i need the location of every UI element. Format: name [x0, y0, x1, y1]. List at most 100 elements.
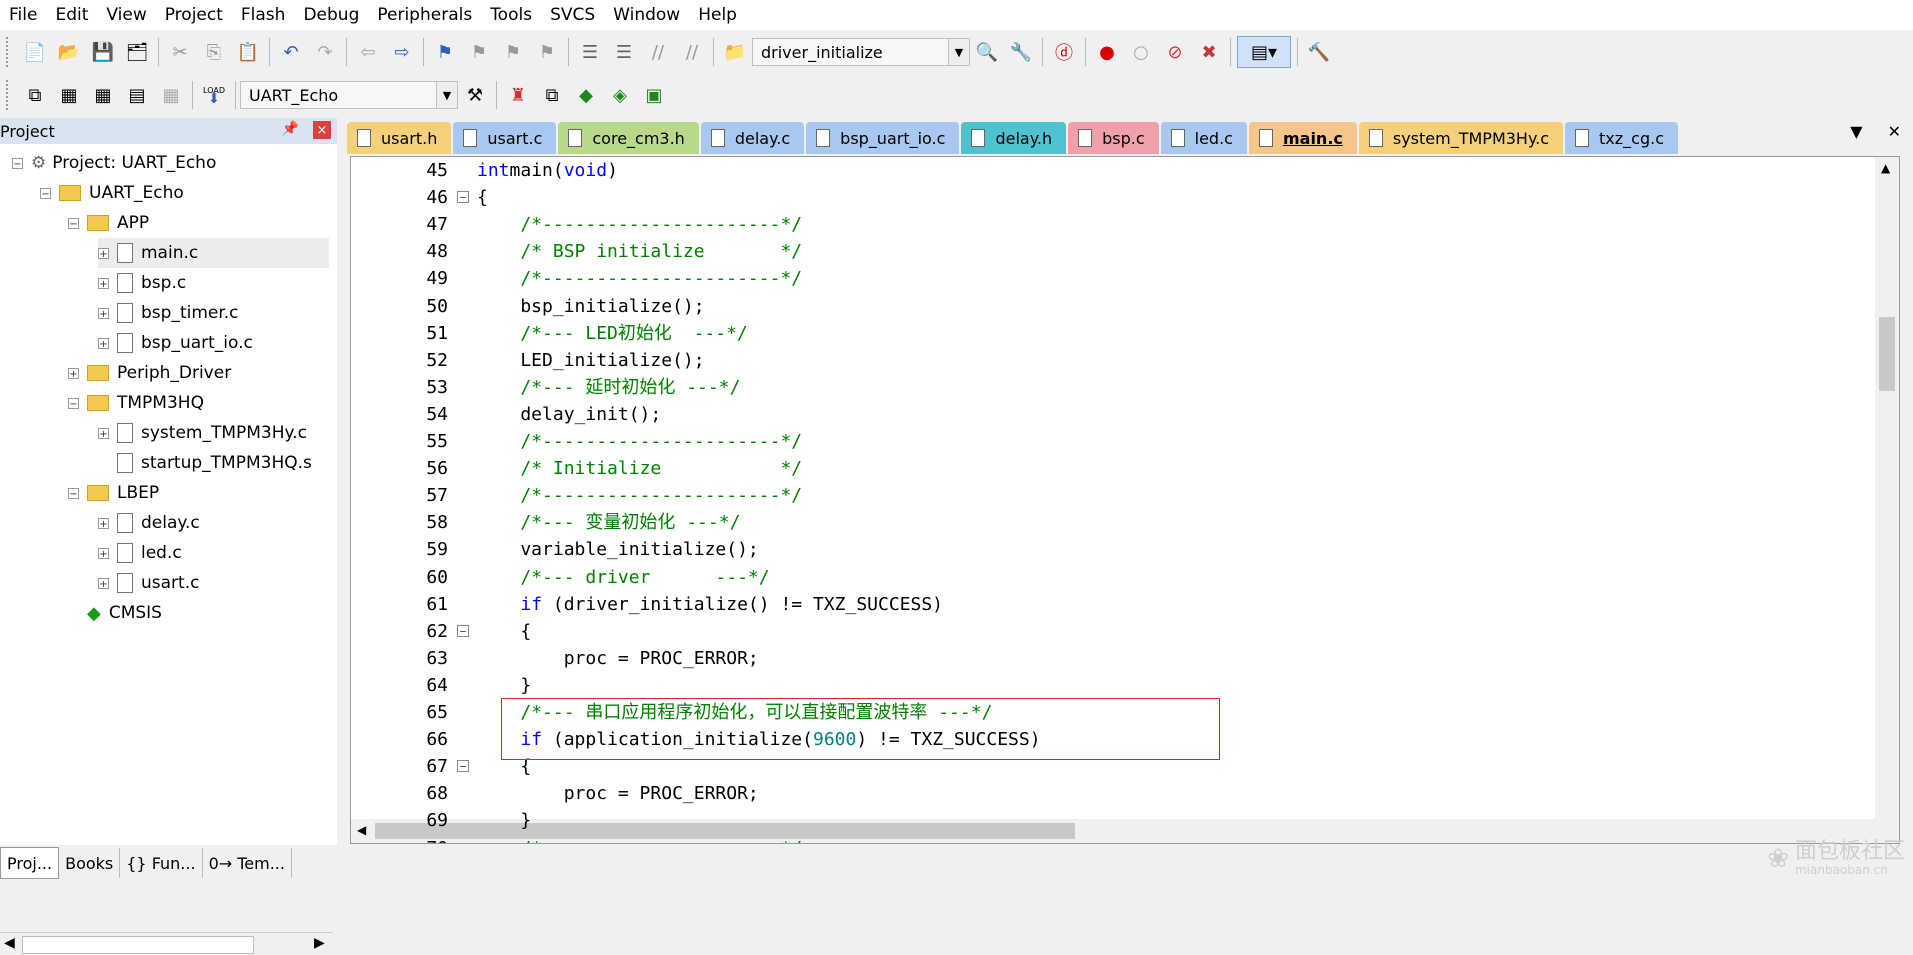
- fold-marker-icon[interactable]: −: [457, 191, 469, 204]
- tree-expander-icon[interactable]: −: [40, 187, 51, 200]
- pin-icon[interactable]: 📌: [282, 121, 299, 137]
- download-icon[interactable]: LOAD ⬇: [199, 80, 229, 110]
- menu-tools[interactable]: Tools: [481, 0, 541, 30]
- tree-item[interactable]: − APP: [68, 208, 149, 238]
- new-file-icon[interactable]: 📄: [20, 37, 50, 67]
- menu-edit[interactable]: Edit: [46, 0, 97, 30]
- bookmark-clear-icon[interactable]: ⚑: [532, 37, 562, 67]
- navigate-forward-icon[interactable]: ⇨: [387, 37, 417, 67]
- tree-item[interactable]: + bsp_timer.c: [98, 298, 239, 328]
- tree-item[interactable]: − ⚙ Project: UART_Echo: [12, 148, 216, 178]
- tab-usart-h[interactable]: usart.h: [347, 122, 452, 154]
- batch-build-icon[interactable]: ▤: [122, 80, 152, 110]
- bookmark-prev-icon[interactable]: ⚑: [464, 37, 494, 67]
- navigate-back-icon[interactable]: ⇦: [353, 37, 383, 67]
- uncomment-icon[interactable]: //: [677, 37, 707, 67]
- scroll-up-icon[interactable]: ▲: [1881, 161, 1890, 175]
- stop-build-icon[interactable]: ▦: [156, 80, 186, 110]
- tab-delay-h[interactable]: delay.h: [961, 122, 1067, 154]
- fold-marker-icon[interactable]: −: [457, 624, 469, 637]
- paste-icon[interactable]: 📋: [233, 37, 263, 67]
- tree-item[interactable]: − LBEP: [68, 478, 159, 508]
- indent-icon[interactable]: ☰: [575, 37, 605, 67]
- target-options-icon[interactable]: ⚒: [460, 80, 490, 110]
- pack-installer-icon[interactable]: ▣: [639, 80, 669, 110]
- tree-expander-icon[interactable]: +: [98, 517, 109, 530]
- toolbar-grip[interactable]: [6, 80, 14, 110]
- tab-core-cm3-h[interactable]: core_cm3.h: [558, 122, 699, 154]
- breakpoint-kill-all-icon[interactable]: ✖: [1194, 37, 1224, 67]
- fold-marker-icon[interactable]: −: [457, 760, 469, 773]
- file-extensions-icon[interactable]: ⧉: [537, 80, 567, 110]
- find-combo[interactable]: driver_initialize ▼: [752, 38, 970, 66]
- window-layout-icon[interactable]: ▤▾: [1237, 36, 1291, 68]
- tab-main-c[interactable]: main.c: [1248, 122, 1357, 154]
- tab-led-c[interactable]: led.c: [1160, 122, 1247, 154]
- menu-debug[interactable]: Debug: [294, 0, 368, 30]
- tree-item[interactable]: + usart.c: [98, 568, 199, 598]
- cut-icon[interactable]: ✂: [165, 37, 195, 67]
- tree-expander-icon[interactable]: +: [98, 277, 109, 290]
- manage-project-items-icon[interactable]: ♜: [503, 80, 533, 110]
- menu-file[interactable]: File: [0, 0, 46, 30]
- undo-icon[interactable]: ↶: [276, 37, 306, 67]
- rebuild-icon[interactable]: ▦: [88, 80, 118, 110]
- build-icon[interactable]: ▦: [54, 80, 84, 110]
- tree-item[interactable]: + system_TMPM3Hy.c: [98, 418, 307, 448]
- save-all-icon[interactable]: 🗂: [122, 37, 152, 67]
- tab-bsp-uart-io-c[interactable]: bsp_uart_io.c: [806, 122, 960, 154]
- menu-peripherals[interactable]: Peripherals: [368, 0, 481, 30]
- unindent-icon[interactable]: ☰: [609, 37, 639, 67]
- tree-item[interactable]: + main.c: [98, 238, 329, 268]
- scroll-thumb[interactable]: [1879, 317, 1895, 391]
- tree-item[interactable]: + Periph_Driver: [68, 358, 231, 388]
- tree-expander-icon[interactable]: −: [68, 487, 79, 500]
- tree-item[interactable]: − TMPM3HQ: [68, 388, 204, 418]
- target-combo[interactable]: UART_Echo ▼: [240, 81, 458, 109]
- menu-project[interactable]: Project: [156, 0, 232, 30]
- tab-txz-cg-c[interactable]: txz_cg.c: [1565, 122, 1679, 154]
- save-icon[interactable]: 💾: [88, 37, 118, 67]
- chevron-down-icon[interactable]: ▼: [948, 39, 969, 65]
- tree-item[interactable]: + delay.c: [98, 508, 200, 538]
- tab-delay-c[interactable]: delay.c: [700, 122, 805, 154]
- tree-expander-icon[interactable]: −: [68, 217, 79, 230]
- find-replace-icon[interactable]: 🔧: [1006, 37, 1036, 67]
- panel-tab-2[interactable]: {} Fun...: [120, 848, 203, 878]
- menu-window[interactable]: Window: [604, 0, 689, 30]
- bookmark-toggle-icon[interactable]: ⚑: [430, 37, 460, 67]
- menu-help[interactable]: Help: [689, 0, 746, 30]
- tree-expander-icon[interactable]: +: [98, 547, 109, 560]
- tab-usart-c[interactable]: usart.c: [453, 122, 557, 154]
- tab-list-icon[interactable]: ▼: [1850, 122, 1862, 141]
- scroll-thumb[interactable]: [22, 936, 254, 954]
- tree-expander-icon[interactable]: +: [68, 367, 79, 380]
- manage-rte-icon[interactable]: ◆: [571, 80, 601, 110]
- editor-vscrollbar[interactable]: ▲: [1875, 157, 1899, 843]
- menu-view[interactable]: View: [97, 0, 155, 30]
- project-hscrollbar[interactable]: ◀ ▶: [0, 932, 333, 955]
- tree-item[interactable]: + bsp_uart_io.c: [98, 328, 253, 358]
- debug-session-icon[interactable]: ⓓ: [1049, 37, 1079, 67]
- tree-expander-icon[interactable]: +: [98, 577, 109, 590]
- tree-item[interactable]: startup_TMPM3HQ.s: [98, 448, 312, 478]
- find-in-files-icon[interactable]: 📁: [720, 37, 750, 67]
- close-icon[interactable]: ×: [313, 121, 331, 139]
- translate-icon[interactable]: ⧉: [20, 80, 50, 110]
- tree-expander-icon[interactable]: +: [98, 427, 109, 440]
- tab-system-tmpm3hy-c[interactable]: system_TMPM3Hy.c: [1358, 122, 1564, 154]
- menu-svcs[interactable]: SVCS: [541, 0, 604, 30]
- open-file-icon[interactable]: 📂: [54, 37, 84, 67]
- scroll-right-icon[interactable]: ▶: [314, 935, 325, 951]
- tree-expander-icon[interactable]: +: [98, 307, 109, 320]
- toolbar-grip[interactable]: [6, 37, 14, 67]
- panel-tab-1[interactable]: Books: [59, 848, 121, 878]
- tree-item[interactable]: + bsp.c: [98, 268, 186, 298]
- breakpoint-insert-icon[interactable]: ●: [1092, 37, 1122, 67]
- tab-bsp-c[interactable]: bsp.c: [1068, 122, 1159, 154]
- breakpoint-disable-all-icon[interactable]: ⊘: [1160, 37, 1190, 67]
- chevron-down-icon[interactable]: ▼: [436, 82, 457, 108]
- configure-icon[interactable]: 🔨: [1304, 37, 1334, 67]
- tree-expander-icon[interactable]: +: [98, 337, 109, 350]
- tree-item[interactable]: ◆ CMSIS: [68, 598, 162, 628]
